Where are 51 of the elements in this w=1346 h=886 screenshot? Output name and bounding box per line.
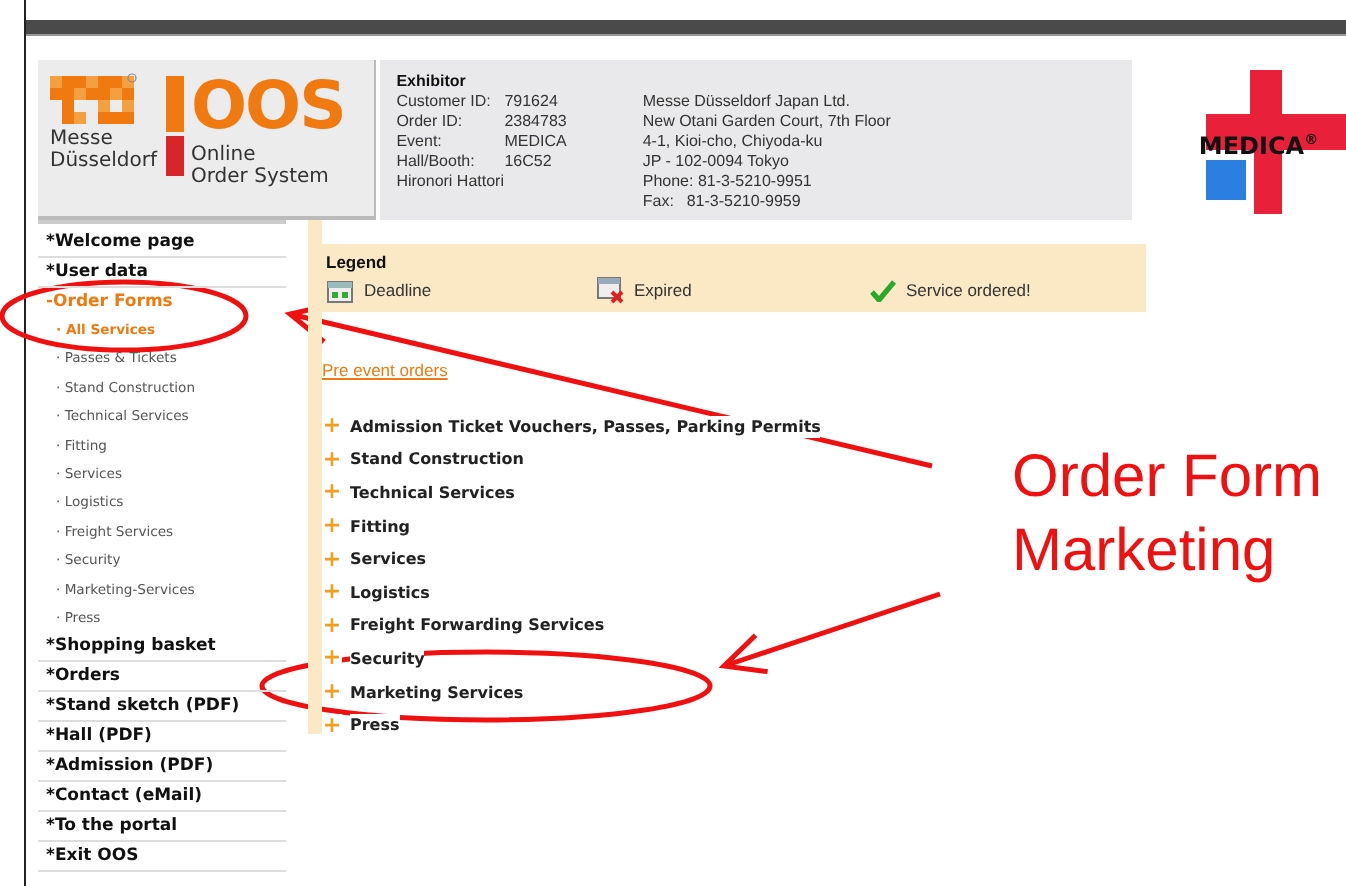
field-label: Hall/Booth: [396,152,477,172]
annotation-text: Order Form [1012,442,1323,514]
logo-mark-icon [50,72,138,128]
logo-wordmark: OOS [191,72,345,140]
category-link[interactable]: Technical Services [350,481,515,504]
address-line: JP - 102-0094 Tokyo [642,152,791,172]
category-link[interactable]: Admission Ticket Vouchers, Passes, Parking Permits [350,415,821,438]
field-value: 16C52 [504,152,552,172]
category-link[interactable]: Fitting [350,515,411,538]
field-value: 791624 [504,92,558,112]
category-link[interactable]: Stand Construction [350,448,524,471]
category-link[interactable]: Press [350,714,400,737]
nav-item[interactable]: *Contact (eMail) [38,782,286,813]
nav-item[interactable]: *Welcome page [38,228,286,258]
field-label: Event: [396,132,444,152]
nav-item[interactable]: *User data [38,258,286,288]
annotation-text: Marketing [1012,516,1278,588]
exhibitor-title: Exhibitor [396,72,468,92]
product-name: Online Order System [191,144,331,188]
category-link[interactable]: Services [350,548,427,571]
legend-label: Deadline [364,280,432,300]
contact-name: Hironori Hattori [396,172,506,192]
field-value: 81-3-5210-9959 [686,192,801,212]
checkmark-icon [870,279,896,301]
field-value: MEDICA [504,132,567,152]
expired-calendar-icon [596,276,624,304]
nav-item[interactable]: *Hall (PDF) [38,722,286,753]
address-line: 4-1, Kioi-cho, Chiyoda-ku [642,132,825,152]
logo-bar-icon [165,76,183,176]
legend-label: Service ordered! [906,280,1031,300]
field-label: Order ID: [396,112,465,132]
nav-item[interactable]: *Shopping basket [38,632,286,663]
nav-item[interactable]: *Exit OOS [38,842,286,873]
address-line: Phone: 81-3-5210-9951 [642,172,814,192]
legend-title: Legend [326,252,389,272]
category-link[interactable]: Freight Forwarding Services [350,614,605,637]
field-label: Customer ID: [396,92,493,112]
category-link[interactable]: Logistics [350,581,430,604]
address-line: New Otani Garden Court, 7th Floor [642,112,891,132]
category-link[interactable]: Security [350,647,425,670]
calendar-icon [326,277,354,303]
nav-item[interactable]: *To the portal [38,812,286,843]
nav-item[interactable]: *Stand sketch (PDF) [38,692,286,723]
field-label: Fax: [642,192,676,212]
field-value: 2384783 [504,112,567,132]
nav-item[interactable]: *Orders [38,662,286,693]
category-link[interactable]: Marketing Services [350,681,524,704]
company-name: Messe Düsseldorf [50,128,157,172]
nav-item[interactable]: *Admission (PDF) [38,752,286,783]
address-line: Messe Düsseldorf Japan Ltd. [642,92,852,112]
legend-label: Expired [634,280,692,300]
